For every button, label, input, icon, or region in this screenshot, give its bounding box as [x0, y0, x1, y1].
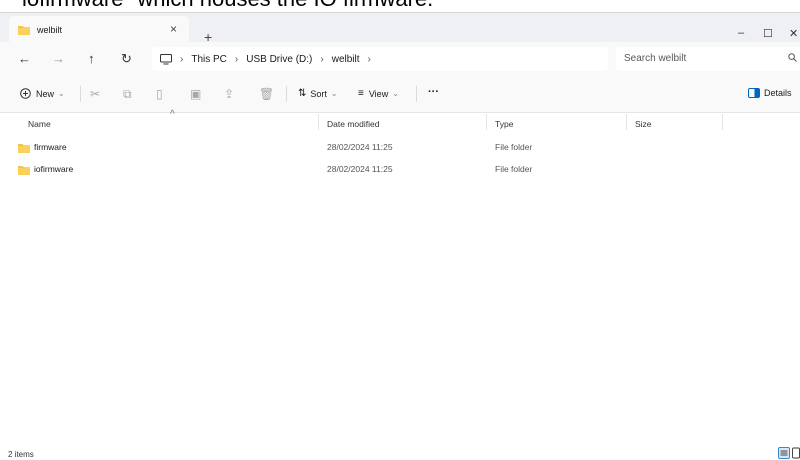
tiles-view-icon[interactable] — [792, 447, 800, 459]
back-button[interactable]: ← — [18, 51, 31, 66]
more-options-button[interactable]: ··· — [428, 86, 439, 98]
divider — [416, 86, 417, 102]
chevron-down-icon: ⌄ — [58, 89, 65, 98]
file-name-cell: iofirmware — [18, 164, 73, 175]
details-pane-icon — [748, 88, 760, 98]
divider — [80, 86, 81, 102]
date-modified-cell: 28/02/2024 11:25 — [327, 142, 393, 152]
type-cell: File folder — [495, 142, 533, 152]
chevron-right-icon: › — [367, 53, 371, 65]
breadcrumb-this-pc[interactable]: This PC — [191, 54, 227, 65]
column-header-size[interactable]: Size — [635, 119, 652, 139]
divider — [286, 86, 287, 102]
chevron-right-icon: › — [180, 53, 184, 65]
up-button[interactable]: ↑ — [88, 51, 95, 66]
file-name: iofirmware — [34, 164, 74, 174]
chevron-right-icon: › — [234, 53, 239, 65]
view-toggle-group — [778, 446, 800, 460]
add-circle-icon — [20, 88, 31, 99]
refresh-button[interactable]: ↻ — [121, 51, 132, 67]
chevron-right-icon: › — [320, 53, 324, 65]
forward-button[interactable]: → — [52, 51, 65, 66]
column-divider[interactable] — [722, 114, 723, 130]
caption-strip: iofirmware" which houses the IO firmware… — [0, 0, 800, 12]
file-name-cell: firmware — [18, 142, 67, 153]
column-header-type[interactable]: Type — [495, 119, 513, 139]
address-bar: ← → ↑ ↻ › This PC › USB Drive (D:) › wel… — [0, 42, 800, 76]
command-bar: New ⌄ ✂ ⧉ ▯ ▣ ⇪ 🗑 ⇅ Sort ⌄ ≡ View ⌄ ··· … — [0, 76, 800, 113]
search-icon — [788, 53, 797, 62]
search-input[interactable]: Search welbilt — [616, 47, 800, 71]
status-item-count: 2 items — [8, 450, 34, 459]
chevron-down-icon: ⌄ — [330, 89, 338, 98]
breadcrumb-welbilt[interactable]: welbilt — [332, 54, 360, 65]
monitor-icon — [160, 53, 172, 64]
date-modified-cell: 28/02/2024 11:25 — [327, 164, 393, 174]
folder-icon — [18, 25, 30, 35]
title-bar: welbilt × + – ☐ ✕ — [0, 12, 800, 45]
maximize-button[interactable]: ☐ — [763, 27, 773, 40]
type-cell: File folder — [495, 164, 533, 174]
details-button[interactable]: Details — [748, 88, 792, 98]
search-placeholder: Search welbilt — [624, 53, 687, 64]
tab-title: welbilt — [37, 24, 63, 35]
table-row[interactable]: iofirmware 28/02/2024 11:25 File folder — [10, 159, 800, 181]
sort-button[interactable]: ⇅ Sort ⌄ — [298, 88, 338, 99]
details-view-icon[interactable] — [778, 447, 790, 459]
tab-close-icon[interactable]: × — [170, 22, 177, 36]
chevron-down-icon: ⌄ — [392, 89, 399, 98]
breadcrumb[interactable]: › This PC › USB Drive (D:) › welbilt › — [152, 47, 608, 71]
close-button[interactable]: ✕ — [789, 27, 798, 40]
column-divider[interactable] — [318, 114, 319, 130]
view-label: View — [368, 88, 389, 99]
new-label: New — [36, 88, 55, 99]
details-label: Details — [764, 88, 792, 98]
sort-label: Sort — [310, 88, 327, 99]
sort-icon: ⇅ — [298, 88, 307, 99]
table-row[interactable]: firmware 28/02/2024 11:25 File folder — [10, 137, 800, 159]
share-icon[interactable]: ⇪ — [224, 87, 234, 101]
breadcrumb-usb-drive[interactable]: USB Drive (D:) — [246, 54, 312, 65]
paste-icon[interactable]: ▯ — [156, 87, 163, 101]
column-divider[interactable] — [626, 114, 627, 130]
cut-icon[interactable]: ✂ — [90, 87, 100, 101]
caption-text: iofirmware" which houses the IO firmware… — [22, 0, 433, 12]
sort-ascending-icon: ^ — [170, 109, 175, 120]
copy-icon[interactable]: ⧉ — [123, 87, 132, 102]
file-name: firmware — [34, 142, 67, 152]
column-header-date-modified[interactable]: Date modified — [327, 119, 379, 139]
tab-welbilt[interactable]: welbilt × — [9, 16, 189, 43]
new-button[interactable]: New ⌄ — [20, 88, 65, 99]
folder-icon — [18, 165, 30, 175]
minimize-button[interactable]: – — [738, 27, 744, 39]
folder-icon — [18, 143, 30, 153]
rename-icon[interactable]: ▣ — [190, 87, 201, 101]
column-header-name[interactable]: Name — [28, 119, 51, 139]
view-button[interactable]: ≡ View ⌄ — [358, 88, 399, 99]
delete-icon[interactable]: 🗑 — [259, 87, 274, 101]
column-divider[interactable] — [486, 114, 487, 130]
view-icon: ≡ — [358, 88, 364, 99]
